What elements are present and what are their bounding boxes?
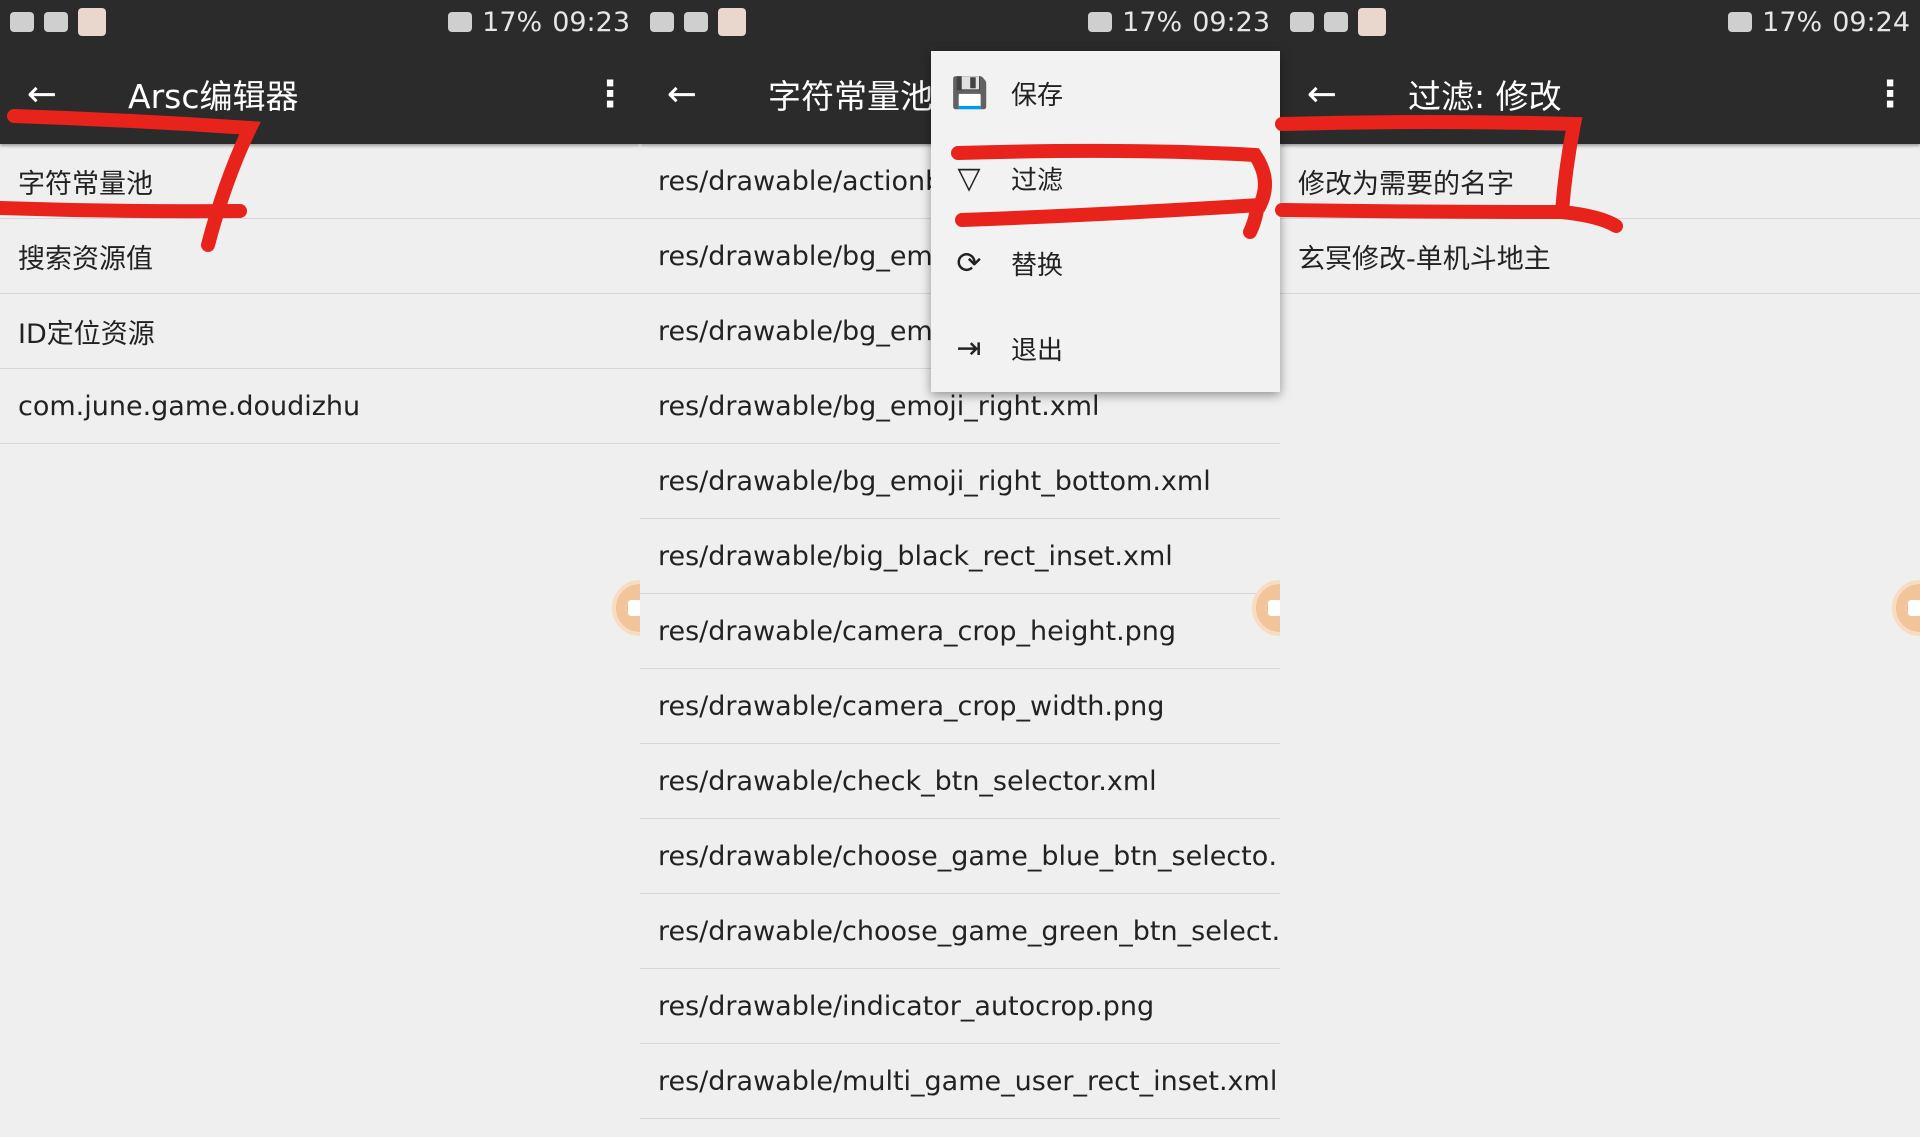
menu-list: 字符常量池 搜索资源值 ID定位资源 com.june.game.doudizh…: [0, 144, 640, 444]
more-options-icon[interactable]: ⋮: [1860, 74, 1920, 115]
camera-icon: [684, 12, 708, 32]
menu-item-replace[interactable]: ⟳ 替换: [931, 221, 1280, 306]
list-item[interactable]: res/drawable/choose_game_blue_btn_select…: [640, 819, 1280, 894]
back-arrow-icon[interactable]: ←: [0, 74, 84, 115]
camera-icon: [44, 12, 68, 32]
back-arrow-icon[interactable]: ←: [1280, 74, 1364, 115]
menu-label: 替换: [1011, 251, 1064, 281]
menu-item-save[interactable]: 💾 保存: [931, 51, 1280, 136]
menu-item-exit[interactable]: ⇥ 退出: [931, 306, 1280, 391]
floating-record-button[interactable]: [1892, 580, 1920, 636]
list-item[interactable]: ID定位资源: [0, 294, 640, 369]
signal-icon: [1728, 12, 1753, 32]
camera-icon: [1324, 12, 1348, 32]
list-item[interactable]: res/drawable/multi_game_user_rect_inset.…: [640, 1044, 1280, 1119]
clock: 09:24: [1832, 6, 1910, 38]
list-item[interactable]: res/drawable/check_btn_selector.xml: [640, 744, 1280, 819]
list-item[interactable]: 搜索资源值: [0, 219, 640, 294]
status-bar: 17% 09:23: [640, 0, 1280, 44]
menu-item-filter[interactable]: ▽ 过滤: [931, 136, 1280, 221]
page-title: Arsc编辑器: [128, 77, 299, 116]
panel-arsc-editor: 17% 09:23 ← Arsc编辑器 ⋮ 字符常量池 搜索资源值 ID定位资源 co…: [0, 0, 640, 1137]
app-bar: ← 过滤: 修改 ⋮: [1280, 44, 1920, 144]
status-bar: 17% 09:23: [0, 0, 640, 44]
page-title: 过滤: 修改: [1408, 77, 1562, 116]
list-item[interactable]: 玄冥修改-单机斗地主: [1280, 219, 1920, 294]
notification-icon: [10, 12, 34, 32]
list-item[interactable]: res/drawable/indicator_autocrop.png: [640, 969, 1280, 1044]
list-item[interactable]: res/drawable/camera_crop_width.png: [640, 669, 1280, 744]
filter-icon: ▽: [957, 161, 981, 196]
menu-label: 退出: [1011, 336, 1064, 366]
overflow-menu: 💾 保存 ▽ 过滤 ⟳ 替换 ⇥ 退出: [931, 51, 1280, 392]
exit-icon: ⇥: [956, 331, 982, 366]
app-icon: [718, 8, 746, 36]
battery-level: 17%: [1762, 6, 1823, 38]
list-item[interactable]: 字符常量池: [0, 144, 640, 219]
signal-icon: [1088, 12, 1113, 32]
more-options-icon[interactable]: ⋮: [580, 74, 640, 115]
list-item[interactable]: res/drawable/camera_crop_height.png: [640, 594, 1280, 669]
filter-result-list: 修改为需要的名字 玄冥修改-单机斗地主: [1280, 144, 1920, 294]
list-item[interactable]: res/drawable/bg_emoji_right_bottom.xml: [640, 444, 1280, 519]
list-item[interactable]: 修改为需要的名字: [1280, 144, 1920, 219]
replace-icon: ⟳: [956, 246, 982, 281]
floating-record-button[interactable]: [612, 580, 640, 636]
status-bar: 17% 09:24: [1280, 0, 1920, 44]
signal-icon: [448, 12, 473, 32]
notification-icon: [650, 12, 674, 32]
list-item[interactable]: res/drawable/choose_game_green_btn_selec…: [640, 894, 1280, 969]
back-arrow-icon[interactable]: ←: [640, 74, 724, 115]
app-bar: ← Arsc编辑器 ⋮: [0, 44, 640, 144]
list-item[interactable]: res/drawable/big_black_rect_inset.xml: [640, 519, 1280, 594]
clock: 09:23: [552, 6, 630, 38]
save-icon: 💾: [951, 76, 989, 111]
clock: 09:23: [1192, 6, 1270, 38]
list-item[interactable]: com.june.game.doudizhu: [0, 369, 640, 444]
menu-label: 过滤: [1011, 166, 1064, 196]
notification-icon: [1290, 12, 1314, 32]
app-icon: [1358, 8, 1386, 36]
menu-label: 保存: [1011, 81, 1064, 111]
panel-filter-results: 17% 09:24 ← 过滤: 修改 ⋮ 修改为需要的名字 玄冥修改-单机斗地主: [1280, 0, 1920, 1137]
app-icon: [78, 8, 106, 36]
battery-level: 17%: [1122, 6, 1183, 38]
battery-level: 17%: [482, 6, 543, 38]
